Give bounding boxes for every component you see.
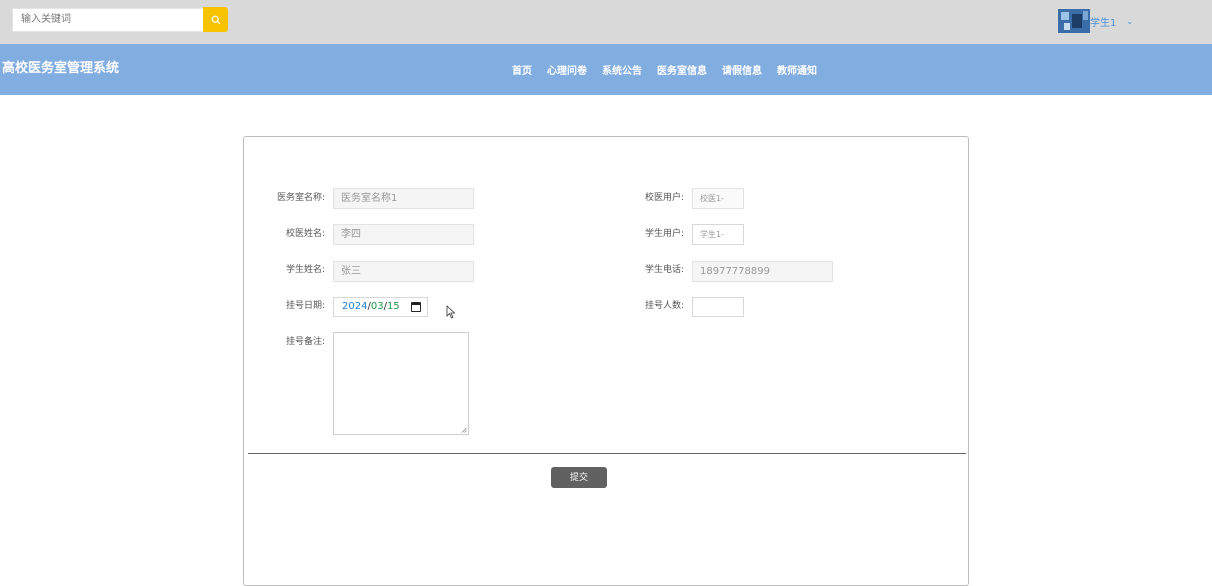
nav-item-leave-info[interactable]: 请假信息: [722, 62, 762, 77]
reg-date-label: 挂号日期:: [286, 301, 326, 311]
registration-form: 医务室名称: 医务室名称1 校医姓名: 李四 学生姓名: 张三 挂号日期: 20…: [243, 136, 969, 586]
date-month[interactable]: 03: [371, 301, 384, 312]
nav-menu: 首页 心理问卷 系统公告 医务室信息 请假信息 教师通知: [512, 62, 832, 77]
clinic-name-label: 医务室名称:: [277, 193, 326, 203]
clinic-name-field[interactable]: 医务室名称1: [333, 188, 474, 209]
resize-handle-icon[interactable]: [461, 427, 467, 433]
reg-date-field[interactable]: 2024/03/15: [333, 297, 428, 317]
doctor-user-select[interactable]: 校医1-: [692, 188, 744, 209]
reg-count-field[interactable]: [692, 297, 744, 317]
nav-item-clinic-info[interactable]: 医务室信息: [657, 62, 707, 77]
search-input[interactable]: 输入关键词: [12, 8, 203, 32]
student-phone-field[interactable]: 18977778899: [692, 261, 833, 282]
submit-button[interactable]: 提交: [551, 467, 607, 488]
chevron-down-icon[interactable]: ⌄: [1126, 17, 1133, 26]
student-name-field[interactable]: 张三: [333, 261, 474, 282]
student-user-select[interactable]: 学生1-: [692, 224, 744, 245]
student-phone-label: 学生电话:: [645, 265, 685, 275]
nav-item-home[interactable]: 首页: [512, 62, 532, 77]
user-menu[interactable]: 学生1 ⌄: [1058, 9, 1133, 33]
search-icon: [211, 15, 220, 24]
search-button[interactable]: [203, 7, 228, 32]
avatar[interactable]: [1058, 9, 1090, 33]
divider: [248, 453, 966, 454]
student-name-label: 学生姓名:: [286, 265, 326, 275]
mouse-cursor-icon: [446, 305, 456, 319]
reg-note-textarea[interactable]: [333, 332, 469, 435]
doctor-user-label: 校医用户:: [645, 193, 685, 203]
nav-item-questionnaire[interactable]: 心理问卷: [547, 62, 587, 77]
nav-bar: 高校医务室管理系统 首页 心理问卷 系统公告 医务室信息 请假信息 教师通知: [0, 44, 1212, 95]
nav-item-teacher-notice[interactable]: 教师通知: [777, 62, 817, 77]
reg-note-label: 挂号备注:: [286, 337, 326, 347]
doctor-name-label: 校医姓名:: [286, 229, 326, 239]
doctor-name-field[interactable]: 李四: [333, 224, 474, 245]
date-year[interactable]: 2024: [342, 301, 367, 312]
top-bar: 输入关键词 学生1 ⌄: [0, 0, 1212, 44]
date-day[interactable]: 15: [387, 301, 400, 312]
calendar-icon[interactable]: [411, 302, 421, 312]
reg-count-label: 挂号人数:: [645, 301, 685, 311]
site-title: 高校医务室管理系统: [2, 61, 120, 76]
student-user-label: 学生用户:: [645, 229, 685, 239]
username[interactable]: 学生1: [1090, 14, 1116, 29]
nav-item-announcements[interactable]: 系统公告: [602, 62, 642, 77]
